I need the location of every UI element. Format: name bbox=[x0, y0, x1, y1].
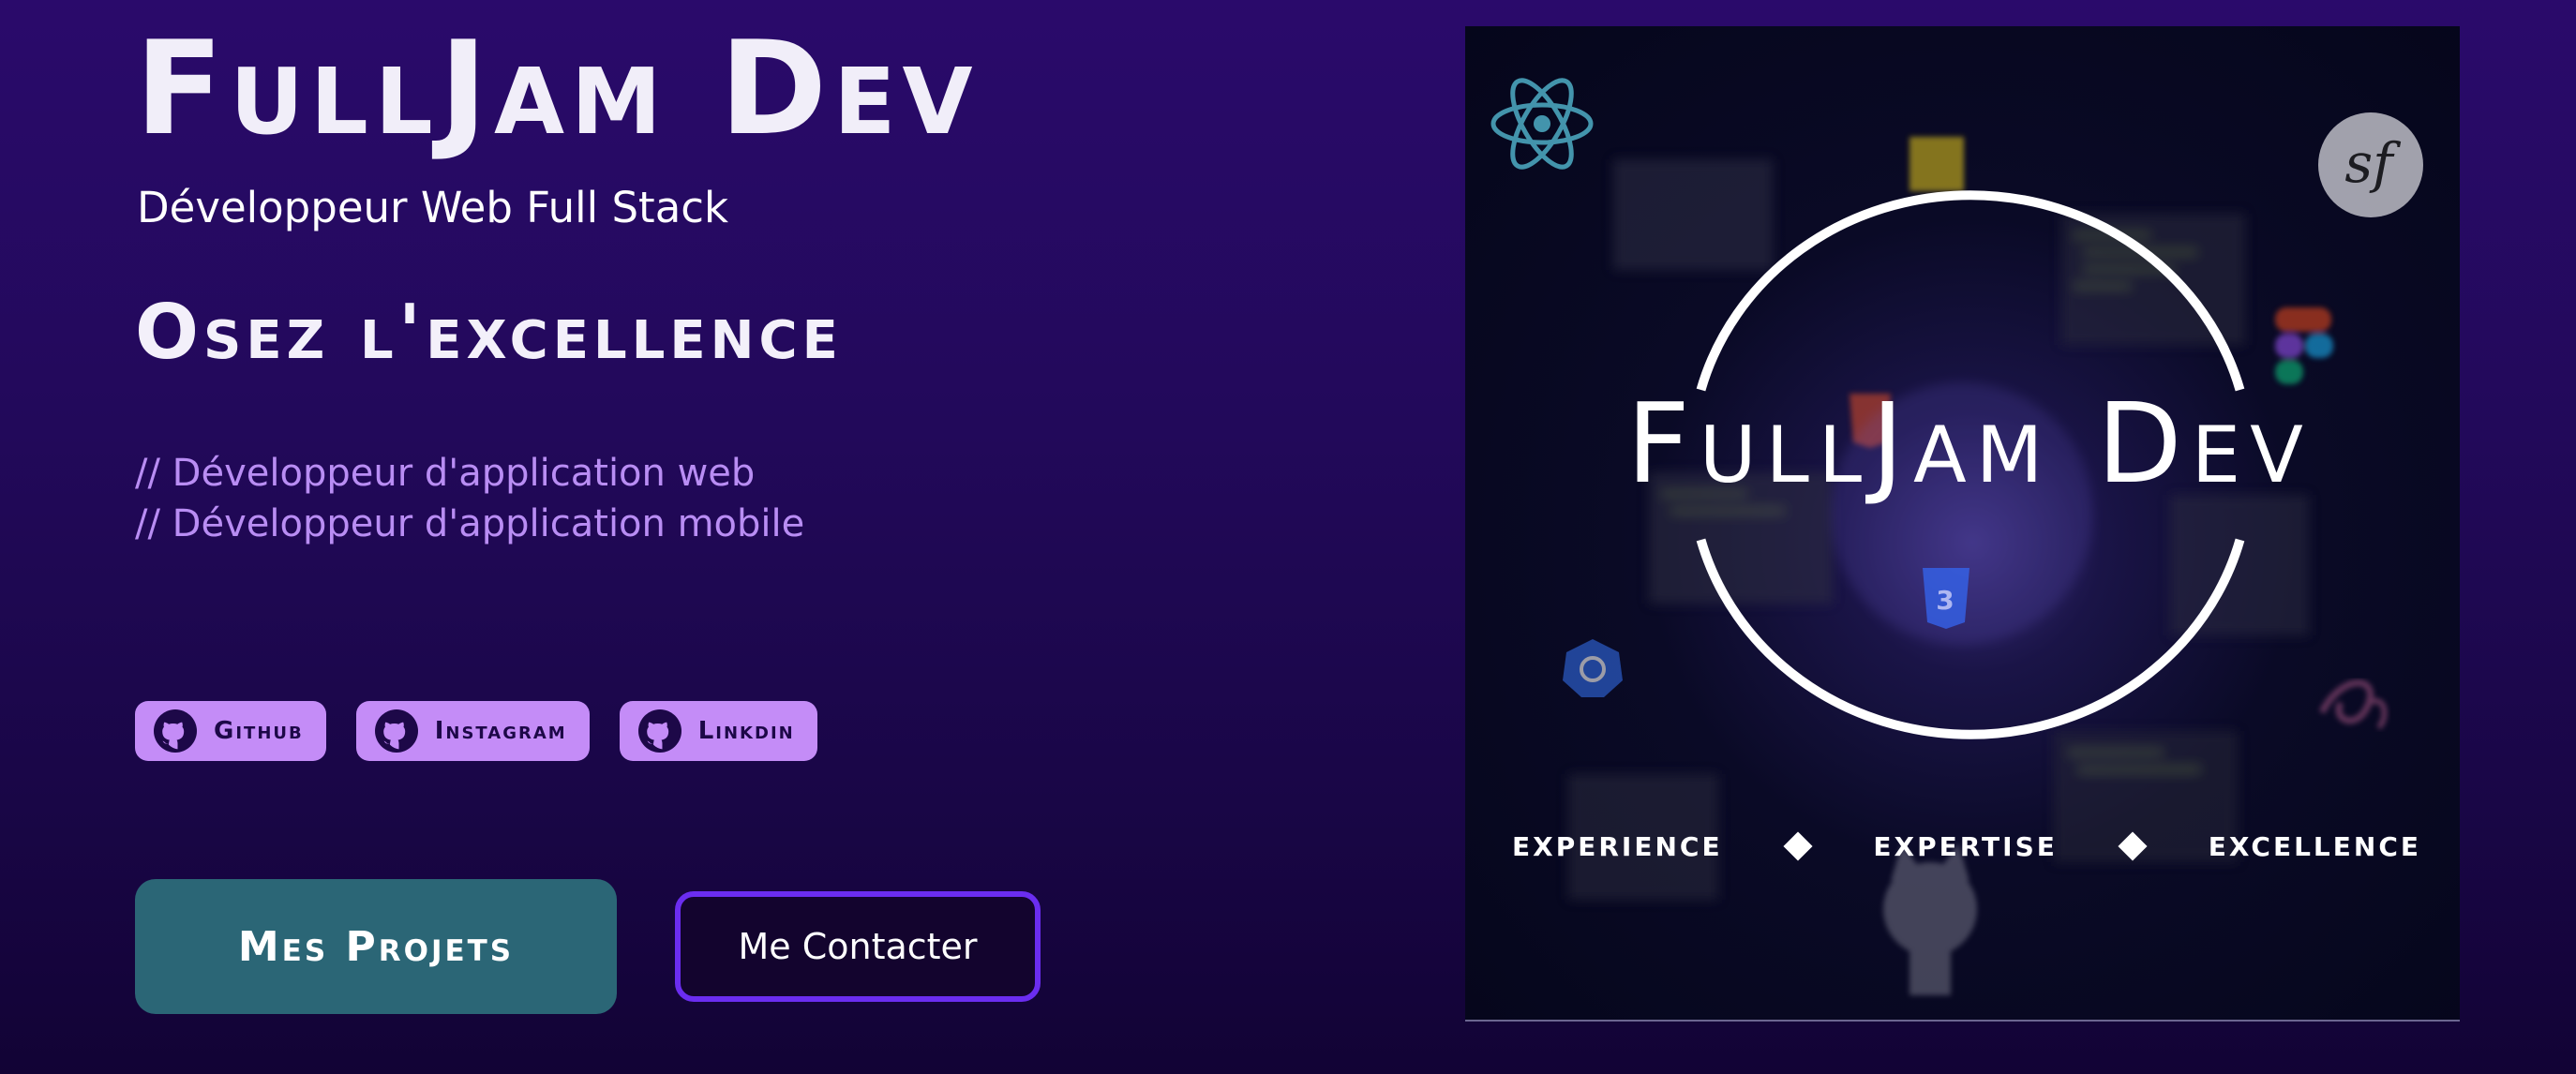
kubernetes-icon bbox=[1563, 639, 1623, 697]
cta-row: Mes Projets Me Contacter bbox=[135, 879, 1041, 1014]
diamond-separator bbox=[1783, 831, 1813, 861]
sass-icon bbox=[2318, 679, 2388, 730]
values-row: EXPERIENCE EXPERTISE EXCELLENCE bbox=[1512, 823, 2421, 870]
value-experience: EXPERIENCE bbox=[1512, 830, 1723, 862]
role-mobile: // Développeur d'application mobile bbox=[135, 502, 805, 545]
value-excellence: EXCELLENCE bbox=[2208, 830, 2421, 862]
social-links: Github Instagram Linkdin bbox=[135, 701, 817, 761]
github-link-label: Github bbox=[214, 717, 304, 745]
javascript-icon bbox=[1910, 137, 1964, 191]
github-icon bbox=[374, 709, 418, 753]
linkedin-link-button[interactable]: Linkdin bbox=[619, 701, 817, 761]
hero-subtitle: Développeur Web Full Stack bbox=[137, 183, 729, 232]
role-web: // Développeur d'application web bbox=[135, 452, 756, 495]
hero-section: FullJam Dev Développeur Web Full Stack O… bbox=[135, 0, 1354, 1074]
react-icon bbox=[1490, 78, 1594, 170]
roles-list: // Développeur d'application web // Déve… bbox=[135, 448, 804, 549]
instagram-link-label: Instagram bbox=[434, 717, 567, 745]
value-expertise: EXPERTISE bbox=[1873, 830, 2058, 862]
github-icon bbox=[637, 709, 681, 753]
logo-wordmark: FullJam Dev bbox=[1626, 379, 2313, 508]
symfony-icon: sf bbox=[2318, 112, 2423, 217]
github-link-button[interactable]: Github bbox=[135, 701, 326, 761]
instagram-link-button[interactable]: Instagram bbox=[355, 701, 590, 761]
hero-tagline: Osez l'excellence bbox=[135, 289, 843, 376]
projects-button[interactable]: Mes Projets bbox=[135, 879, 617, 1014]
diamond-separator bbox=[2118, 831, 2148, 861]
hero-logo-image: sf 3 FullJam Dev EXPERIENCE EXPERTISE EX… bbox=[1465, 26, 2460, 1022]
contact-button[interactable]: Me Contacter bbox=[675, 891, 1041, 1002]
figma-icon bbox=[2275, 307, 2333, 384]
hero-background-art: sf 3 bbox=[1490, 78, 2423, 995]
brand-title: FullJam Dev bbox=[135, 13, 980, 164]
linkedin-link-label: Linkdin bbox=[697, 717, 795, 745]
github-icon bbox=[154, 709, 197, 753]
